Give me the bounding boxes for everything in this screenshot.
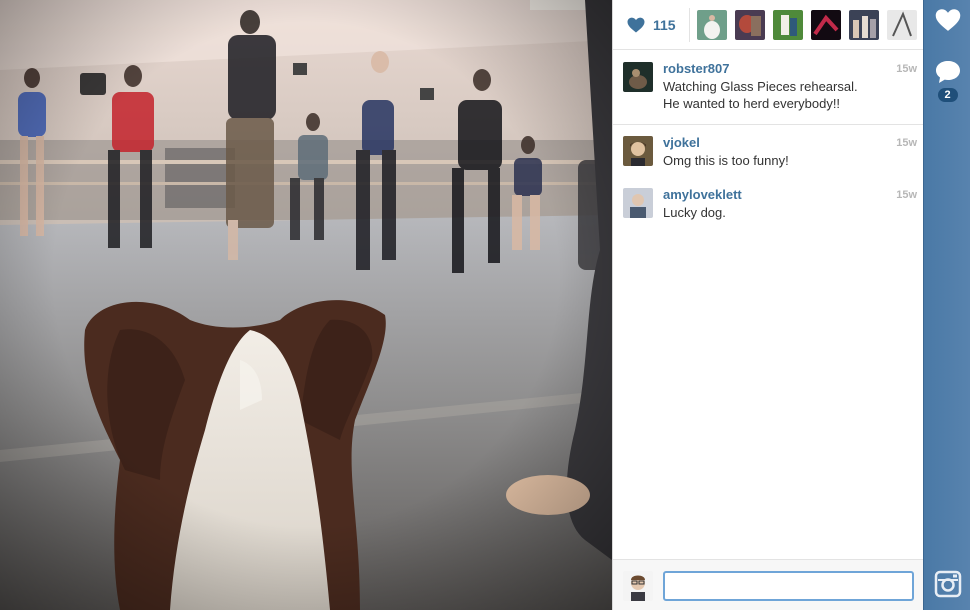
timestamp: 15w — [896, 189, 917, 201]
timestamp: 15w — [896, 63, 917, 75]
like-button[interactable] — [924, 8, 970, 32]
comment-item: amyloveklett Lucky dog. 15w — [613, 177, 923, 229]
speech-bubble-icon — [935, 61, 960, 83]
instagram-camera-icon — [934, 570, 961, 598]
post-info-panel: 115 robster807 Watching Glass Pieces reh… — [612, 0, 923, 610]
liker-avatar[interactable] — [849, 10, 879, 40]
comment-composer — [613, 559, 923, 610]
photo-illustration — [0, 0, 612, 610]
comment-input[interactable] — [663, 571, 914, 601]
comment-item: vjokel Omg this is too funny! 15w — [613, 125, 923, 177]
caption-text: Watching Glass Pieces rehearsal. He want… — [663, 79, 858, 111]
like-divider — [689, 8, 690, 42]
comment-list: robster807 Watching Glass Pieces rehears… — [613, 51, 923, 229]
timestamp: 15w — [896, 137, 917, 149]
instagram-button[interactable] — [924, 570, 970, 598]
likes-bar: 115 — [613, 0, 923, 50]
heart-icon — [935, 9, 960, 31]
liker-avatars — [697, 10, 925, 40]
avatar[interactable] — [623, 62, 653, 92]
liker-avatar[interactable] — [697, 10, 727, 40]
comment-username[interactable]: vjokel — [663, 135, 877, 151]
comment-button[interactable]: 2 — [924, 60, 970, 102]
caption-comment: robster807 Watching Glass Pieces rehears… — [613, 51, 923, 125]
comment-username[interactable]: amyloveklett — [663, 187, 877, 203]
post-photo[interactable] — [0, 0, 612, 610]
liker-avatar[interactable] — [773, 10, 803, 40]
avatar[interactable] — [623, 136, 653, 166]
liker-avatar[interactable] — [887, 10, 917, 40]
like-count: 115 — [653, 17, 676, 33]
liker-avatar[interactable] — [735, 10, 765, 40]
action-rail: 2 — [923, 0, 970, 610]
comment-username[interactable]: robster807 — [663, 61, 877, 77]
heart-icon — [627, 17, 645, 33]
comment-text: Omg this is too funny! — [663, 153, 789, 168]
comment-text: Lucky dog. — [663, 205, 726, 220]
like-count-button[interactable]: 115 — [627, 14, 676, 36]
avatar[interactable] — [623, 188, 653, 218]
comment-count-badge: 2 — [937, 88, 958, 102]
liker-avatar[interactable] — [811, 10, 841, 40]
current-user-avatar — [623, 571, 653, 601]
